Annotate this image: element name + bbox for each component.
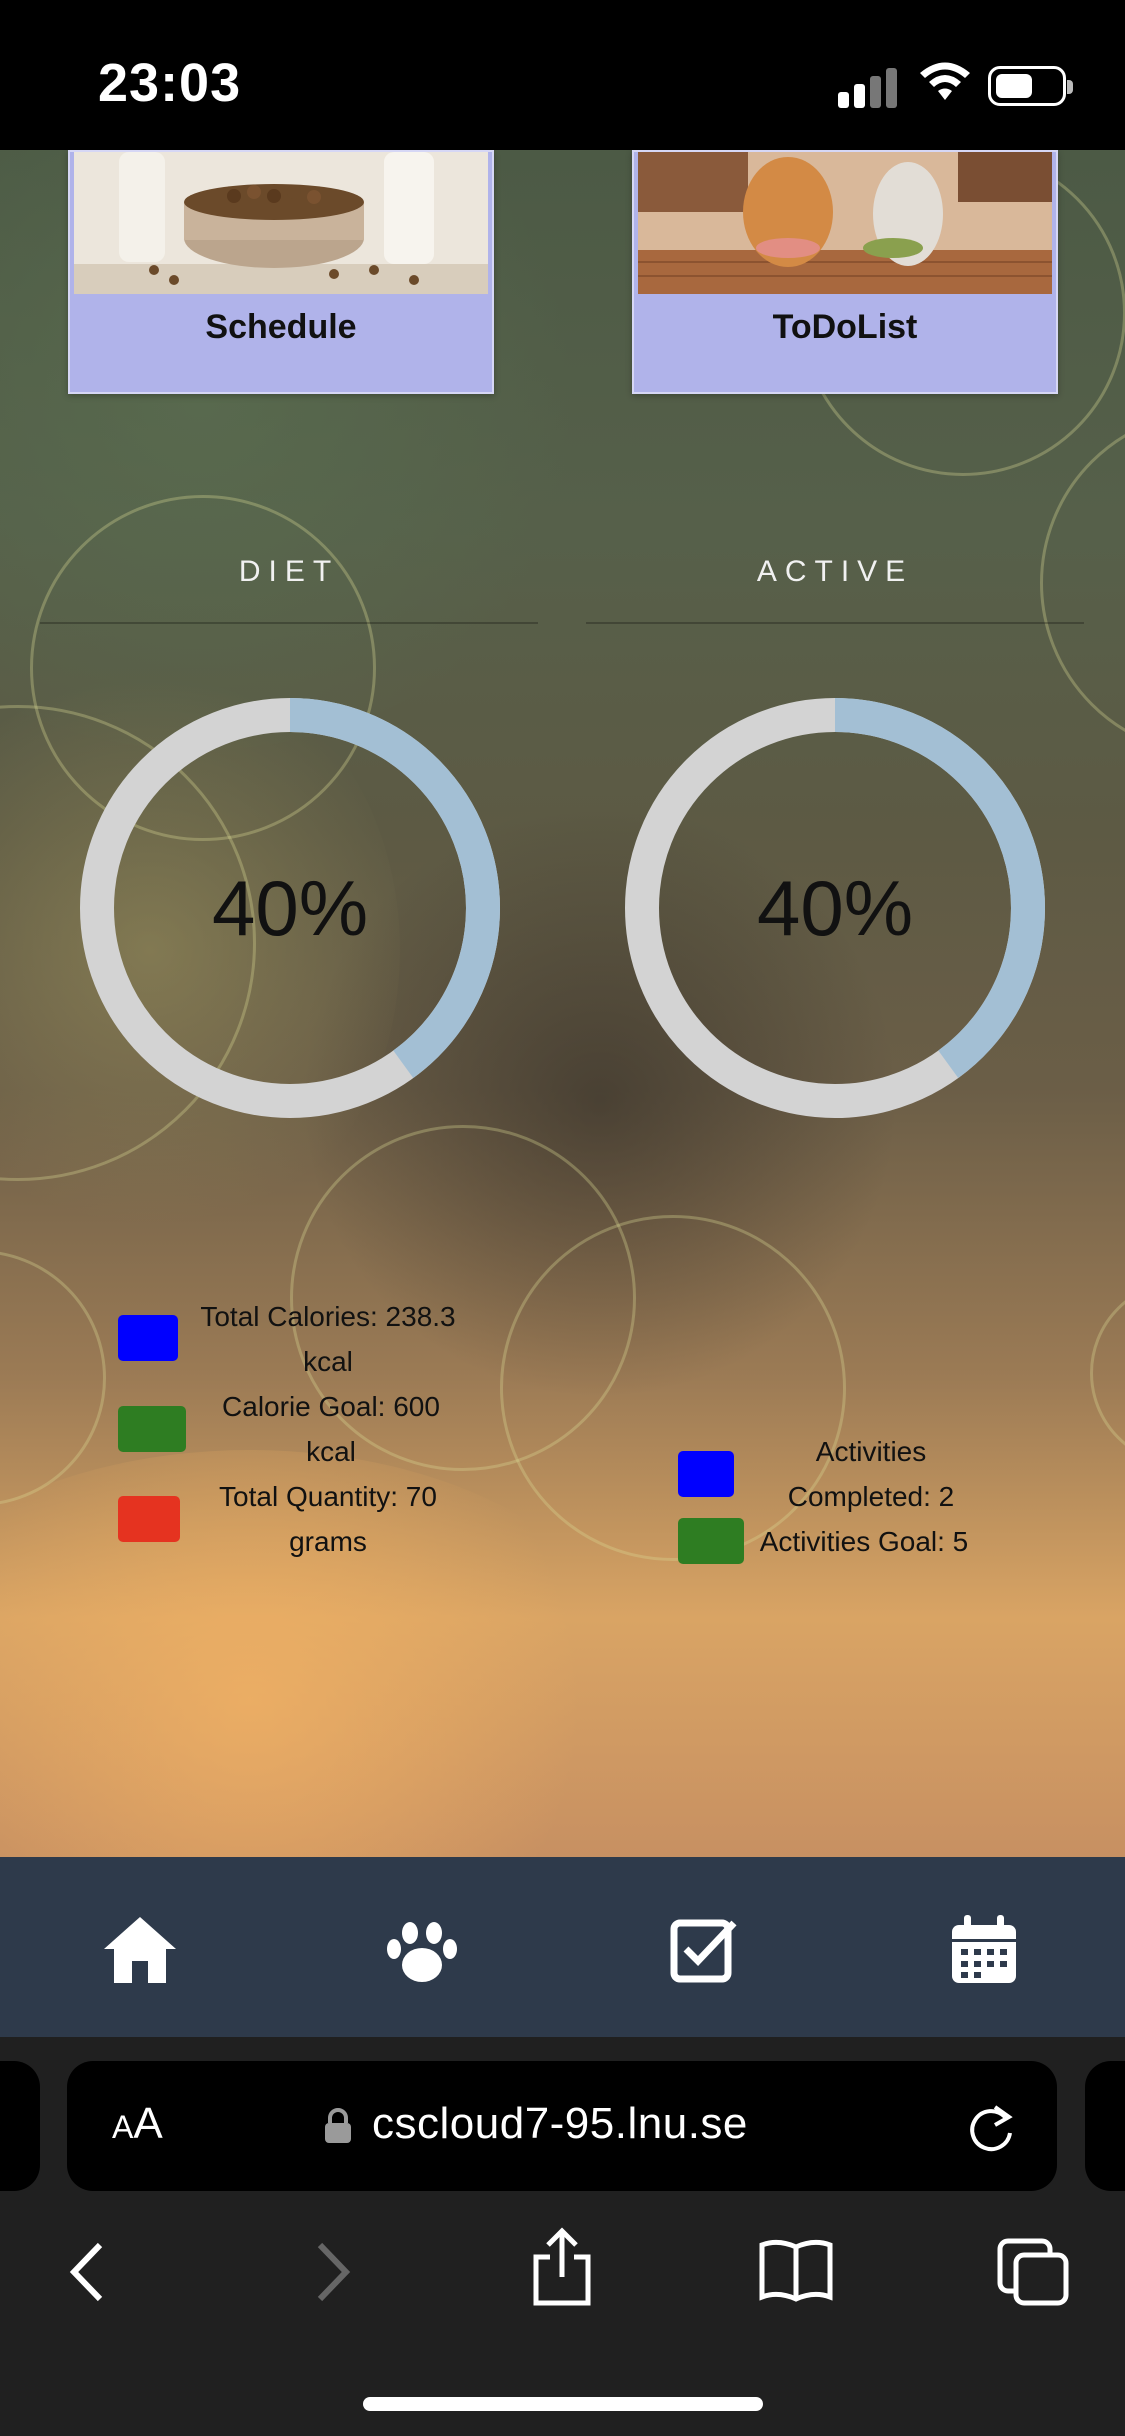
diet-section-title: DIET [238, 555, 340, 588]
tabs-icon[interactable] [996, 2237, 1072, 2307]
paw-icon[interactable] [382, 1909, 462, 1989]
todolist-card[interactable]: ToDoList [632, 150, 1058, 394]
reload-icon[interactable] [965, 2101, 1017, 2155]
diet-progress-text: 40% [211, 864, 369, 952]
lock-icon [325, 2108, 351, 2143]
card-label: Schedule [205, 308, 357, 346]
checkbox-icon[interactable] [664, 1909, 744, 1989]
total-calories-legend-text: Total Calories: 238.3 kcal [200, 1301, 456, 1377]
calorie-goal-swatch [118, 1406, 186, 1452]
status-bar: 23:03 [0, 0, 1125, 150]
total-quantity-legend-text: Total Quantity: 70 grams [219, 1481, 437, 1557]
active-section-title: ACTIVE [756, 555, 914, 588]
active-progress-gauge: 40% [625, 698, 1045, 1118]
active-divider [586, 622, 1084, 624]
status-time: 23:03 [98, 53, 242, 113]
calendar-icon[interactable] [944, 1909, 1024, 1989]
activities-completed-swatch [678, 1451, 734, 1497]
battery-icon [988, 66, 1073, 106]
text-size-button[interactable]: AA [112, 2099, 163, 2149]
wifi-icon [920, 62, 970, 100]
share-icon[interactable] [530, 2227, 594, 2307]
pets-eating-image [638, 152, 1052, 294]
activities-goal-swatch [678, 1518, 744, 1564]
activities-completed-legend-text: Activities Completed: 2 [787, 1436, 955, 1512]
address-bar[interactable]: AA cscloud7-95.lnu.se [67, 2061, 1057, 2191]
back-icon[interactable] [64, 2237, 114, 2307]
app-bottom-nav [0, 1857, 1125, 2037]
url-text[interactable]: cscloud7-95.lnu.se [372, 2099, 748, 2149]
schedule-card[interactable]: Schedule [68, 150, 494, 394]
total-quantity-swatch [118, 1496, 180, 1542]
pet-food-bowl-image [74, 152, 488, 294]
home-indicator [363, 2397, 763, 2411]
browser-chrome: AA cscloud7-95.lnu.se [0, 2037, 1125, 2436]
card-label: ToDoList [772, 308, 918, 346]
diet-progress-gauge: 40% [80, 698, 500, 1118]
activities-goal-legend-text: Activities Goal: 5 [759, 1526, 969, 1557]
next-tab-peek[interactable] [1085, 2061, 1125, 2191]
bookmarks-icon[interactable] [758, 2237, 834, 2303]
forward-icon[interactable] [306, 2237, 356, 2307]
previous-tab-peek[interactable] [0, 2061, 40, 2191]
total-calories-swatch [118, 1315, 178, 1361]
calorie-goal-legend-text: Calorie Goal: 600 kcal [222, 1391, 440, 1467]
home-icon[interactable] [100, 1909, 180, 1989]
cellular-signal-icon [838, 68, 898, 108]
diet-divider [40, 622, 538, 624]
active-progress-text: 40% [756, 864, 914, 952]
